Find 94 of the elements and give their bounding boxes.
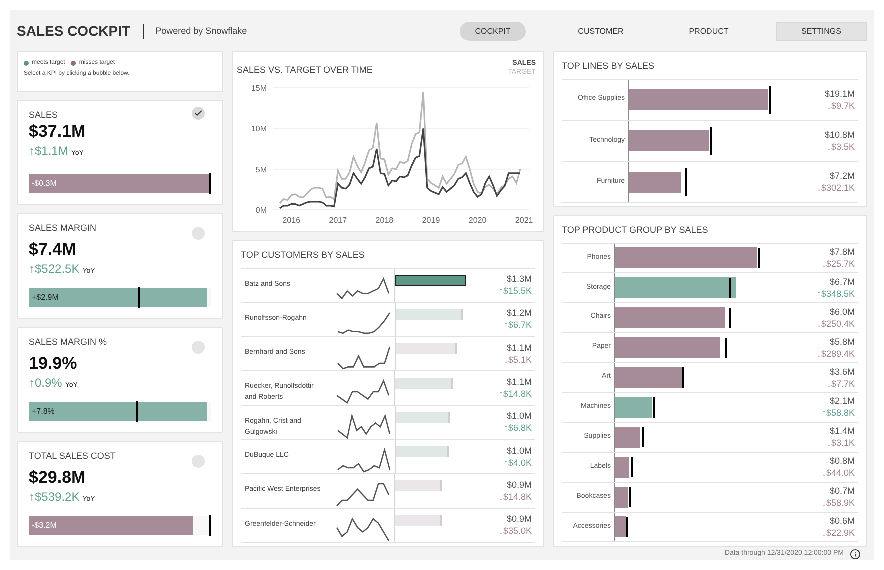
bar-label: -$0.3M xyxy=(32,178,57,190)
nav-tab[interactable]: CUSTOMER xyxy=(568,22,634,41)
sales-value: $0.7M xyxy=(830,485,855,498)
sales-value: $0.6M xyxy=(830,514,855,527)
panel-title: TOP LINES BY SALES xyxy=(562,60,656,73)
sales-value: $0.9M xyxy=(506,513,532,526)
sales-change: ↓$35.0K xyxy=(498,525,532,538)
sparkline xyxy=(337,414,391,440)
sparkline xyxy=(336,516,390,543)
panel-title: TOP PRODUCT GROUP BY SALES xyxy=(562,224,710,237)
axis-label: 2020 xyxy=(468,216,487,224)
kpi-value: 19.9% xyxy=(29,354,78,374)
dashboard-title: SALES COCKPIT xyxy=(17,22,131,41)
sales-change: ↑$15.5K xyxy=(498,285,532,298)
sales-change: ↓$9.7K xyxy=(826,100,855,112)
sparkline xyxy=(336,276,390,302)
sparkline xyxy=(337,345,391,372)
sales-value: $1.1M xyxy=(506,342,532,354)
sales-change: ↓$302.1K xyxy=(816,182,855,194)
sparkline xyxy=(336,482,390,508)
sales-change: ↓$25.7K xyxy=(822,258,855,270)
sales-value: $10.8M xyxy=(824,128,855,141)
sales-change: ↓$44.0K xyxy=(822,467,855,480)
kpi-radio[interactable] xyxy=(192,227,205,240)
sales-value: $6.7M xyxy=(830,276,855,288)
panel-title: TOP CUSTOMERS BY SALES xyxy=(241,249,366,262)
axis-label: 5M xyxy=(256,164,267,174)
kpi-value: $37.1M xyxy=(29,122,87,142)
kpi-radio[interactable] xyxy=(192,106,205,120)
sales-value: $1.4M xyxy=(830,425,855,438)
sales-change: ↓$289.4K xyxy=(816,348,855,360)
axis-label: 2018 xyxy=(376,216,394,224)
kpi-title: TOTAL SALES COST xyxy=(29,450,116,464)
bar-label: -$3.2M xyxy=(32,520,57,532)
sales-change: ↑$4.0K xyxy=(504,456,532,469)
bar-label: +$2.9M xyxy=(32,292,59,304)
sales-change: ↓$3.1K xyxy=(826,437,855,450)
kpi-value: $7.4M xyxy=(29,240,78,260)
sales-value: $3.6M xyxy=(830,366,855,378)
axis-label: 2021 xyxy=(515,216,534,224)
kpi-change: ↑$539.2K xyxy=(29,489,80,506)
kpi-title: SALES MARGIN xyxy=(29,222,97,236)
sales-value: $0.9M xyxy=(506,478,532,491)
axis-label: 2016 xyxy=(282,216,301,224)
kpi-radio[interactable] xyxy=(192,341,205,354)
axis-label: 15M xyxy=(251,84,267,92)
dashboard-subtitle: Powered by Snowflake xyxy=(156,24,248,38)
axis-label: 2019 xyxy=(422,216,440,224)
check-icon xyxy=(194,108,203,118)
sparkline xyxy=(337,310,391,337)
sales-value: $5.8M xyxy=(830,336,855,348)
sales-change: ↓$5.1K xyxy=(504,354,532,366)
sales-change: ↓$58.9K xyxy=(822,497,855,510)
kpi-change: ↑0.9% xyxy=(29,375,62,392)
sales-change: ↑$6.7K xyxy=(504,319,532,332)
sales-value: $6.0M xyxy=(830,306,855,318)
kpi-title: SALES MARGIN % xyxy=(29,336,108,350)
sales-change: ↓$7.7K xyxy=(826,378,855,390)
sales-value: $7.2M xyxy=(830,170,855,182)
kpi-title: SALES xyxy=(29,108,58,122)
sales-bar[interactable] xyxy=(394,274,466,286)
sales-value: $1.3M xyxy=(506,273,532,286)
nav-tab[interactable]: COCKPIT xyxy=(460,22,526,41)
kpi-radio[interactable] xyxy=(192,455,205,468)
kpi-change: ↑$522.5K xyxy=(29,261,80,278)
axis-label: 10M xyxy=(251,124,267,134)
kpi-change: ↑$1.1M xyxy=(29,143,68,160)
sales-change: ↓$22.9K xyxy=(822,526,855,539)
panel-title: SALES VS. TARGET OVER TIME xyxy=(237,64,373,77)
info-icon[interactable] xyxy=(850,549,861,560)
sales-value: $1.0M xyxy=(506,444,532,457)
kpi-value: $29.8M xyxy=(29,468,87,488)
sales-value: $1.1M xyxy=(506,376,532,388)
sales-value: $1.0M xyxy=(506,410,532,422)
sales-value: $0.8M xyxy=(830,455,855,468)
bar-label: +7.8% xyxy=(32,406,55,418)
axis-label: 0M xyxy=(256,206,267,214)
sparkline xyxy=(337,448,391,474)
sales-value: $19.1M xyxy=(824,88,855,100)
sales-change: ↑$58.8K xyxy=(822,407,855,420)
sales-change: ↑$348.5K xyxy=(816,288,855,300)
sparkline xyxy=(336,379,390,406)
category-bar[interactable] xyxy=(615,516,626,538)
sales-change: ↓$14.8K xyxy=(498,490,532,503)
sales-change: ↓$250.4K xyxy=(816,318,855,330)
sales-change: ↓$3.5K xyxy=(826,140,855,153)
axis-label: 2017 xyxy=(329,216,348,224)
nav-tab[interactable]: PRODUCT xyxy=(676,22,742,41)
sales-value: $2.1M xyxy=(830,395,855,408)
sales-value: $7.8M xyxy=(830,246,855,258)
sales-change: ↑$14.8K xyxy=(498,388,532,400)
sales-value: $1.2M xyxy=(506,307,532,320)
settings-button[interactable]: SETTINGS xyxy=(776,22,867,41)
sales-change: ↑$6.8K xyxy=(504,422,532,434)
